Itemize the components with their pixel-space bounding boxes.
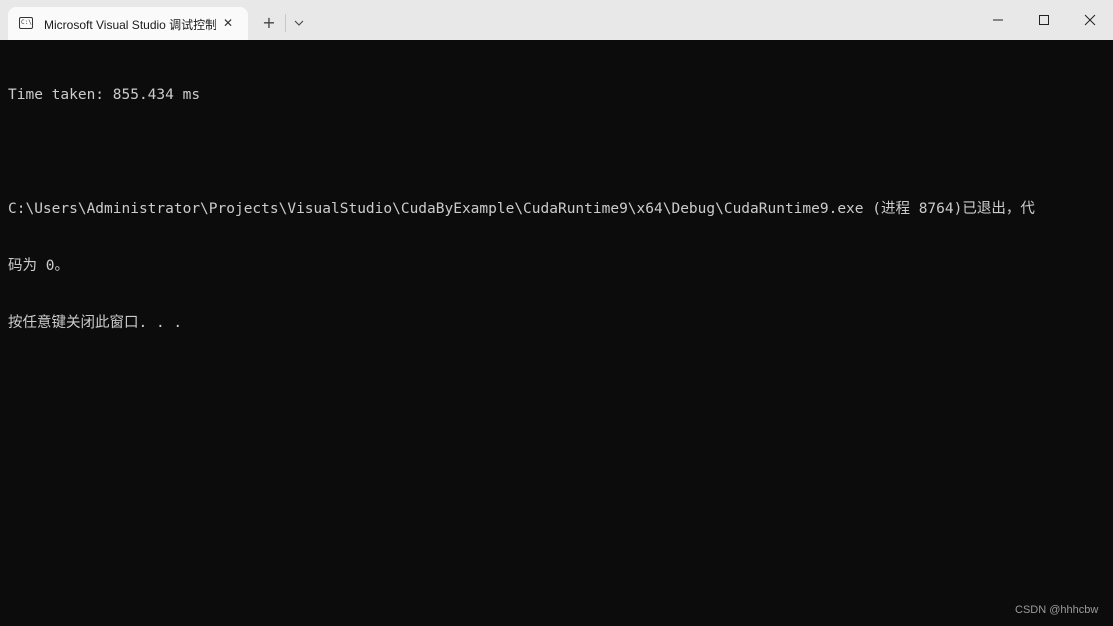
maximize-icon xyxy=(1039,15,1049,25)
close-button[interactable] xyxy=(1067,0,1113,40)
console-line-exit-code: 码为 0。 xyxy=(8,258,69,274)
chevron-down-icon xyxy=(294,20,304,26)
console-app-icon: C:\ xyxy=(19,17,33,29)
console-line-press-key: 按任意键关闭此窗口. . . xyxy=(8,315,183,331)
minimize-button[interactable] xyxy=(975,0,1021,40)
tab-separator xyxy=(285,14,286,32)
title-bar[interactable]: C:\ Microsoft Visual Studio 调试控制台 ✕ + xyxy=(0,0,1113,40)
tab-debug-console[interactable]: C:\ Microsoft Visual Studio 调试控制台 ✕ xyxy=(8,7,248,40)
minimize-icon xyxy=(993,19,1003,21)
maximize-button[interactable] xyxy=(1021,0,1067,40)
close-icon xyxy=(1084,14,1096,26)
tab-title: Microsoft Visual Studio 调试控制台 xyxy=(44,18,216,32)
console-app-icon-glyph: C:\ xyxy=(21,19,32,26)
console-line-exit-path: C:\Users\Administrator\Projects\VisualSt… xyxy=(8,201,1035,217)
terminal-window: C:\ Microsoft Visual Studio 调试控制台 ✕ + Ti… xyxy=(0,0,1113,626)
watermark: CSDN @hhhcbw xyxy=(1015,604,1099,616)
new-tab-button[interactable]: + xyxy=(258,12,280,34)
console-output[interactable]: Time taken: 855.434 ms C:\Users\Administ… xyxy=(8,48,1104,371)
console-line-time: Time taken: 855.434 ms xyxy=(8,87,201,103)
tab-dropdown-button[interactable] xyxy=(289,12,309,34)
tab-close-button[interactable]: ✕ xyxy=(220,15,236,31)
